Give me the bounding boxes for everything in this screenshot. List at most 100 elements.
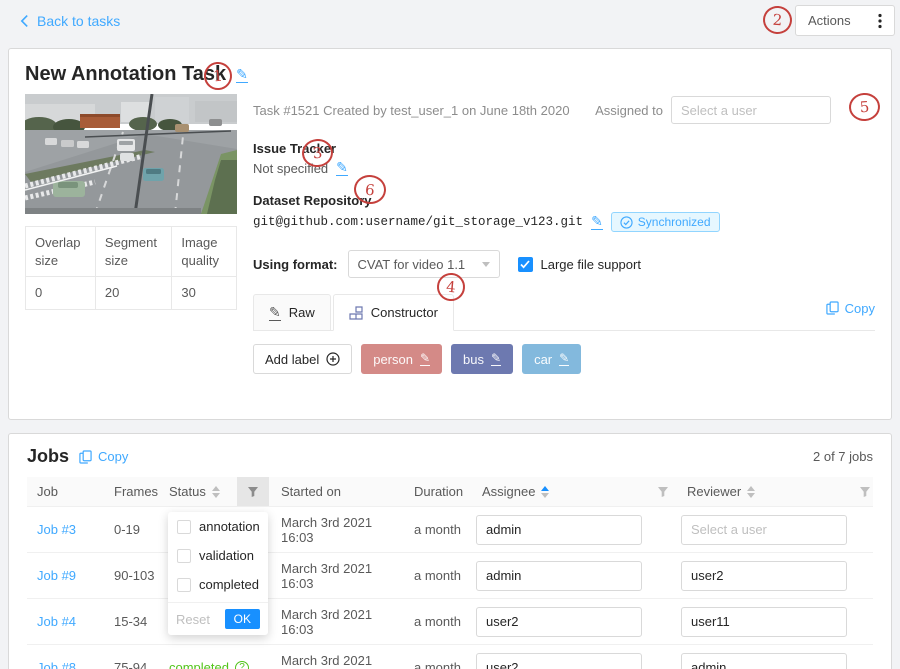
actions-button[interactable]: Actions xyxy=(795,5,895,36)
format-select-value: CVAT for video 1.1 xyxy=(358,257,466,272)
plus-circle-icon xyxy=(326,352,340,366)
large-file-support-checkbox[interactable]: Large file support xyxy=(518,257,641,272)
job-duration: a month xyxy=(406,568,472,583)
tab-constructor[interactable]: Constructor xyxy=(333,294,454,331)
filter-option-validation[interactable]: validation xyxy=(168,541,268,570)
checkbox-unchecked-icon[interactable] xyxy=(177,578,191,592)
copy-jobs-label: Copy xyxy=(98,449,128,464)
job-link[interactable]: Job #9 xyxy=(37,568,76,583)
edit-label-bus-icon[interactable]: ✎ xyxy=(491,352,501,366)
edit-title-icon[interactable]: ✎ xyxy=(236,67,248,83)
status-filter-button[interactable] xyxy=(237,477,269,506)
filter-reset-button[interactable]: Reset xyxy=(176,612,210,627)
job-row: Job #4 15-34 March 3rd 2021 16:03 a mont… xyxy=(27,599,873,645)
column-reviewer[interactable]: Reviewer xyxy=(677,477,854,506)
label-chip-person[interactable]: person ✎ xyxy=(361,344,442,374)
edit-issue-tracker-icon[interactable]: ✎ xyxy=(336,160,348,176)
filter-icon xyxy=(859,486,871,498)
task-meta-row: Task #1521 Created by test_user_1 on Jun… xyxy=(253,96,875,124)
task-body: Overlap size Segment size Image quality … xyxy=(25,94,875,374)
job-link[interactable]: Job #3 xyxy=(37,522,76,537)
copy-labels-label: Copy xyxy=(845,301,875,316)
param-value-quality: 30 xyxy=(172,277,237,310)
edit-label-car-icon[interactable]: ✎ xyxy=(559,352,569,366)
jobs-count: 2 of 7 jobs xyxy=(813,449,873,464)
job-reviewer-input[interactable] xyxy=(681,515,847,545)
task-details-page: Back to tasks Actions New Annotation Tas… xyxy=(0,0,900,669)
column-status[interactable]: Status xyxy=(161,477,237,506)
job-frames: 90-103 xyxy=(106,568,161,583)
assignee-input[interactable] xyxy=(671,96,831,124)
question-circle-icon[interactable] xyxy=(235,661,249,669)
issue-tracker-label: Issue Tracker xyxy=(253,141,875,156)
label-chip-car[interactable]: car ✎ xyxy=(522,344,581,374)
assigned-to-label: Assigned to xyxy=(595,103,663,118)
job-link[interactable]: Job #8 xyxy=(37,660,76,669)
using-format-label: Using format: xyxy=(253,257,338,272)
job-frames: 75-94 xyxy=(106,660,161,669)
job-reviewer-input[interactable] xyxy=(681,607,847,637)
format-select[interactable]: CVAT for video 1.1 xyxy=(348,250,500,278)
labels-tabs: ✎ Raw Constructor Copy xyxy=(253,294,875,331)
column-frames: Frames xyxy=(106,477,161,506)
filter-option-completed[interactable]: completed xyxy=(168,570,268,599)
assignee-filter-button[interactable] xyxy=(649,477,677,506)
job-row: Job #9 90-103 March 3rd 2021 16:03 a mon… xyxy=(27,553,873,599)
job-reviewer-input[interactable] xyxy=(681,561,847,591)
checkbox-unchecked-icon[interactable] xyxy=(177,520,191,534)
labels-row: Add label person ✎ bus ✎ car ✎ xyxy=(253,344,875,374)
job-assignee-input[interactable] xyxy=(476,561,642,591)
filter-ok-button[interactable]: OK xyxy=(225,609,260,629)
tab-raw[interactable]: ✎ Raw xyxy=(253,294,331,331)
filter-option-annotation[interactable]: annotation xyxy=(168,512,268,541)
reviewer-filter-button[interactable] xyxy=(854,477,875,506)
column-started-on: Started on xyxy=(269,477,406,506)
job-assignee-input[interactable] xyxy=(476,653,642,669)
task-right-column: Task #1521 Created by test_user_1 on Jun… xyxy=(253,94,875,374)
job-frames: 15-34 xyxy=(106,614,161,629)
label-chip-bus[interactable]: bus ✎ xyxy=(451,344,513,374)
copy-jobs-link[interactable]: Copy xyxy=(79,449,128,464)
label-car-name: car xyxy=(534,352,552,367)
constructor-tab-label: Constructor xyxy=(371,305,438,320)
filter-footer: Reset OK xyxy=(168,602,268,635)
job-duration: a month xyxy=(406,660,472,669)
raw-tab-icon: ✎ xyxy=(269,305,281,321)
dataset-repository-label: Dataset Repository xyxy=(253,193,875,208)
checkbox-checked-icon xyxy=(518,257,533,272)
issue-tracker-section: Issue Tracker Not specified ✎ xyxy=(253,141,875,176)
copy-labels-link[interactable]: Copy xyxy=(826,301,875,324)
job-row: Job #3 0-19 March 3rd 2021 16:03 a month xyxy=(27,507,873,553)
param-value-overlap: 0 xyxy=(26,277,96,310)
jobs-header: Jobs Copy 2 of 7 jobs xyxy=(27,446,873,467)
job-duration: a month xyxy=(406,522,472,537)
edit-label-person-icon[interactable]: ✎ xyxy=(420,352,430,366)
status-sorter[interactable] xyxy=(212,486,220,498)
task-preview-image xyxy=(25,94,237,214)
column-duration: Duration xyxy=(406,477,472,506)
edit-repository-icon[interactable]: ✎ xyxy=(591,214,603,230)
task-meta: Task #1521 Created by test_user_1 on Jun… xyxy=(253,103,570,118)
job-assignee-input[interactable] xyxy=(476,515,642,545)
assignee-sorter[interactable] xyxy=(541,486,549,498)
job-assignee-input[interactable] xyxy=(476,607,642,637)
job-link[interactable]: Job #4 xyxy=(37,614,76,629)
sync-badge-label: Synchronized xyxy=(638,215,711,229)
add-label-button[interactable]: Add label xyxy=(253,344,352,374)
back-to-tasks-link[interactable]: Back to tasks xyxy=(20,13,120,29)
column-assignee[interactable]: Assignee xyxy=(472,477,649,506)
job-started: March 3rd 2021 16:03 xyxy=(269,607,406,637)
label-person-name: person xyxy=(373,352,413,367)
raw-tab-label: Raw xyxy=(289,305,315,320)
back-to-tasks-label: Back to tasks xyxy=(37,13,120,29)
copy-icon xyxy=(826,301,839,315)
job-reviewer-input[interactable] xyxy=(681,653,847,669)
dataset-repository-url: git@github.com:username/git_storage_v123… xyxy=(253,215,583,229)
checkbox-unchecked-icon[interactable] xyxy=(177,549,191,563)
reviewer-sorter[interactable] xyxy=(747,486,755,498)
constructor-icon xyxy=(349,306,363,320)
label-bus-name: bus xyxy=(463,352,484,367)
large-file-support-label: Large file support xyxy=(541,257,641,272)
actions-label: Actions xyxy=(808,13,851,28)
more-vertical-icon xyxy=(878,13,882,29)
